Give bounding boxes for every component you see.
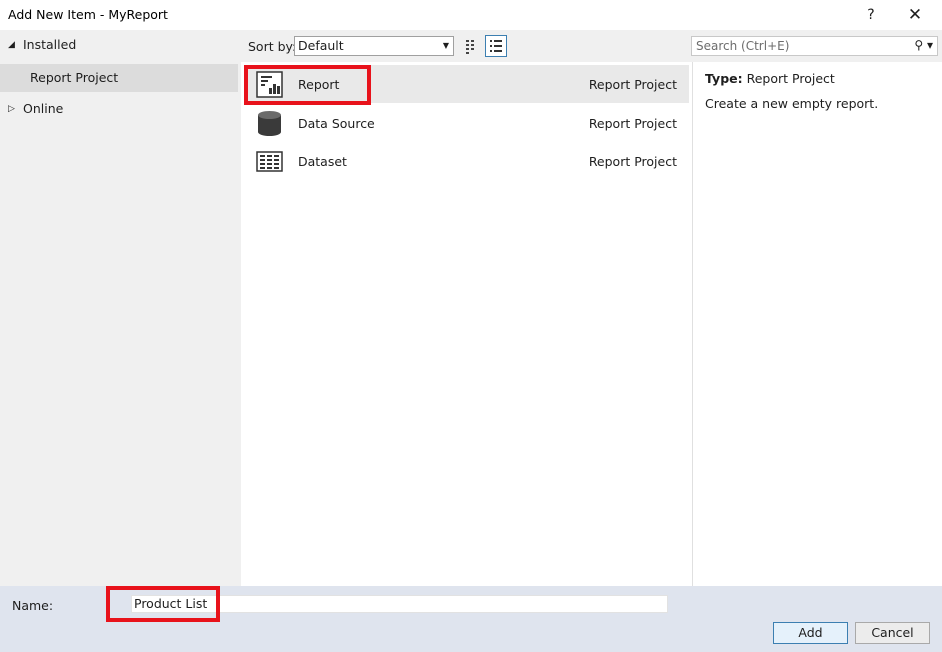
expanded-arrow-icon: ◢ [8, 40, 15, 50]
list-view-icon [490, 40, 502, 52]
name-highlight-box [106, 586, 220, 622]
help-button[interactable]: ? [856, 3, 886, 27]
small-icons-icon [466, 40, 474, 54]
tree-node-installed[interactable]: ◢ Installed [0, 34, 238, 56]
tree-node-report-project[interactable]: Report Project [0, 64, 238, 92]
template-tree: ◢ Installed Report Project ▷ Online [0, 30, 241, 586]
cancel-button[interactable]: Cancel [855, 622, 930, 644]
toolbar: Sort by: Default ▼ Search (Ctrl+E) ⚲ ▾ [241, 30, 942, 62]
list-item-data-source[interactable]: Data Source Report Project [244, 104, 689, 142]
list-item-dataset[interactable]: Dataset Report Project [244, 142, 689, 180]
search-icon[interactable]: ⚲ ▾ [914, 38, 933, 52]
sort-dropdown[interactable]: Default ▼ [294, 36, 454, 56]
detail-description: Create a new empty report. [705, 96, 879, 111]
add-button[interactable]: Add [773, 622, 848, 644]
item-category: Report Project [588, 116, 677, 131]
title-bar: Add New Item - MyReport ? ✕ [0, 0, 942, 30]
tree-node-online[interactable]: ▷ Online [0, 98, 238, 120]
item-name: Dataset [298, 154, 347, 169]
search-input[interactable]: Search (Ctrl+E) [696, 39, 789, 53]
item-name: Data Source [298, 116, 375, 131]
sort-value: Default [298, 38, 344, 53]
chevron-down-icon: ▼ [442, 41, 449, 50]
detail-type: Type: Report Project [705, 71, 835, 86]
window-title: Add New Item - MyReport [8, 7, 168, 22]
report-highlight-box [244, 65, 371, 105]
tree-node-label: Installed [23, 37, 77, 52]
collapsed-arrow-icon: ▷ [8, 104, 15, 114]
sort-label: Sort by: [248, 39, 297, 54]
type-value: Report Project [746, 71, 835, 86]
tree-node-label: Online [23, 101, 64, 116]
type-label: Type: [705, 71, 743, 86]
details-pane: Type: Report Project Create a new empty … [692, 62, 942, 586]
item-template-list: Report Report Project Data Source Report… [244, 62, 689, 586]
item-category: Report Project [588, 77, 677, 92]
close-button[interactable]: ✕ [900, 3, 930, 27]
name-label: Name: [12, 598, 54, 613]
database-icon [258, 111, 281, 136]
small-icons-view-button[interactable] [460, 35, 482, 57]
search-box[interactable]: Search (Ctrl+E) ⚲ ▾ [691, 36, 938, 56]
tree-node-label: Report Project [30, 70, 119, 85]
item-category: Report Project [588, 154, 677, 169]
dataset-icon [256, 151, 283, 172]
details-view-button[interactable] [485, 35, 507, 57]
